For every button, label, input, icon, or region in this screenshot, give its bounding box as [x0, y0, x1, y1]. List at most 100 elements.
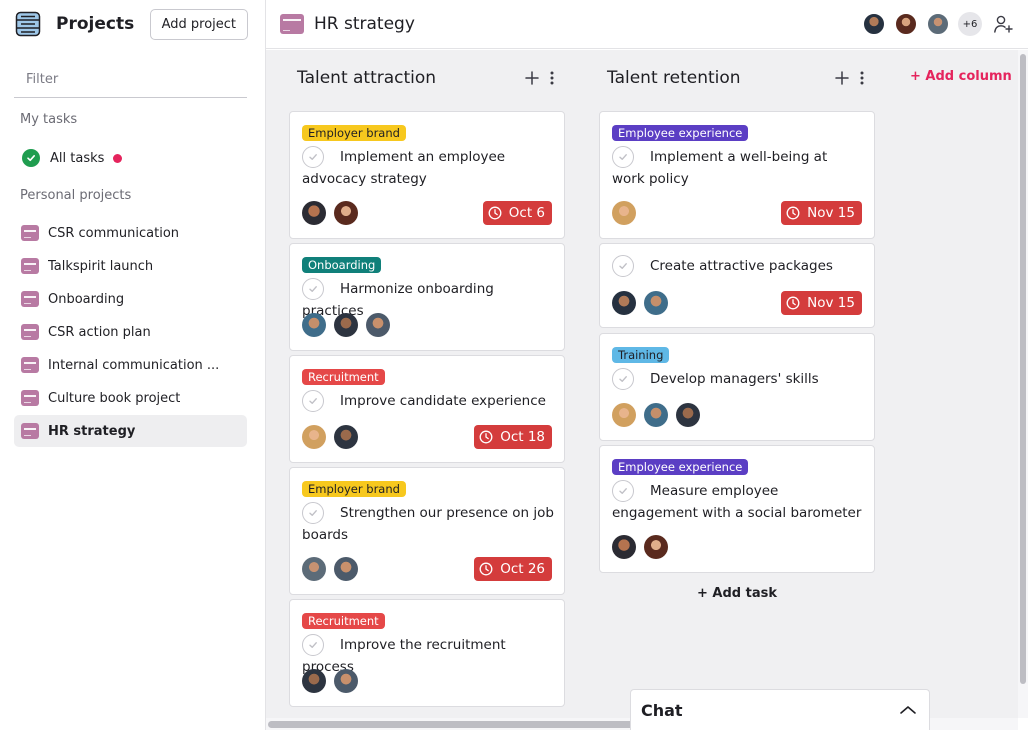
due-date-badge: Oct 6 [482, 201, 552, 225]
avatar [926, 12, 950, 36]
sidebar-item-project-active[interactable]: HR strategy [14, 415, 247, 447]
avatar [334, 669, 358, 693]
avatar [862, 12, 886, 36]
tag-training: Training [612, 347, 670, 363]
task-card[interactable]: Employee experience Measure employee eng… [599, 445, 875, 573]
task-card[interactable]: Onboarding Harmonize onboarding practice… [289, 243, 565, 351]
sidebar-item-project[interactable]: Onboarding [14, 283, 247, 315]
plus-icon[interactable] [523, 69, 541, 87]
project-icon [21, 258, 39, 274]
due-date-badge: Oct 26 [474, 557, 552, 581]
plus-icon[interactable] [833, 69, 851, 87]
add-column-button[interactable]: + Add column [910, 69, 1012, 84]
sidebar-item-all-tasks[interactable]: All tasks [14, 145, 247, 171]
task-card[interactable]: Recruitment Improve the recruitment proc… [289, 599, 565, 707]
avatar [612, 201, 636, 225]
avatar [302, 313, 326, 337]
avatar [302, 669, 326, 693]
project-label: Culture book project [48, 390, 181, 406]
task-title: Measure employee engagement with a socia… [612, 483, 862, 521]
filter-input[interactable] [14, 62, 247, 98]
task-card[interactable]: Employee experience Implement a well-bei… [599, 111, 875, 239]
task-card[interactable]: Training Develop managers' skills [599, 333, 875, 441]
due-date-text: Oct 6 [508, 205, 545, 221]
due-date-badge: Nov 15 [781, 201, 862, 225]
check-circle-icon [22, 149, 40, 167]
task-title: Implement an employee advocacy strategy [302, 149, 506, 187]
more-vertical-icon[interactable] [857, 69, 867, 87]
avatar [302, 425, 326, 449]
scrollbar-thumb[interactable] [1020, 54, 1026, 684]
sidebar-item-project[interactable]: CSR action plan [14, 316, 247, 348]
project-label: Talkspirit launch [48, 258, 154, 274]
more-vertical-icon[interactable] [547, 69, 557, 87]
avatar [302, 201, 326, 225]
avatar [612, 291, 636, 315]
chat-panel-toggle[interactable]: Chat [630, 689, 930, 730]
personal-projects-heading: Personal projects [20, 188, 132, 203]
add-task-button[interactable]: + Add task [599, 586, 875, 601]
scrollbar-thumb[interactable] [268, 721, 638, 728]
clock-icon [488, 206, 502, 220]
avatar [334, 313, 358, 337]
vertical-scrollbar[interactable] [1018, 50, 1028, 718]
assignee-avatars [302, 313, 398, 337]
projects-app-icon [14, 10, 42, 38]
assignee-avatars [302, 669, 366, 693]
notification-dot [113, 153, 123, 163]
avatar [612, 403, 636, 427]
sidebar-header: Projects Add project [14, 8, 248, 40]
tag-recruitment: Recruitment [302, 369, 385, 385]
add-member-icon[interactable] [992, 13, 1014, 35]
chevron-up-icon[interactable] [899, 704, 917, 716]
assignee-avatars [302, 201, 366, 225]
assignee-avatars [612, 535, 676, 559]
project-icon [21, 390, 39, 406]
clock-icon [786, 296, 800, 310]
task-card[interactable]: Employer brand Strengthen our presence o… [289, 467, 565, 595]
task-card[interactable]: Recruitment Improve candidate experience… [289, 355, 565, 463]
task-card[interactable]: Employer brand Implement an employee adv… [289, 111, 565, 239]
project-icon [280, 14, 304, 34]
project-list: CSR communication Talkspirit launch Onbo… [14, 217, 247, 448]
task-title: Strengthen our presence on job boards [302, 505, 554, 543]
sidebar: Projects Add project My tasks All tasks … [0, 0, 266, 730]
avatar [334, 201, 358, 225]
due-date-text: Oct 26 [500, 561, 545, 577]
project-icon [21, 324, 39, 340]
sidebar-title: Projects [56, 14, 135, 34]
all-tasks-label: All tasks [50, 150, 105, 166]
sidebar-item-project[interactable]: Internal communication ... [14, 349, 247, 381]
assignee-avatars [302, 425, 366, 449]
clock-icon [479, 562, 493, 576]
avatar [334, 425, 358, 449]
avatar [894, 12, 918, 36]
add-project-button[interactable]: Add project [149, 8, 248, 40]
sidebar-item-project[interactable]: Culture book project [14, 382, 247, 414]
more-members-badge[interactable]: +6 [958, 12, 982, 36]
avatar [366, 313, 390, 337]
clock-icon [786, 206, 800, 220]
project-label: Onboarding [48, 291, 125, 307]
assignee-avatars [612, 403, 708, 427]
due-date-text: Oct 18 [500, 429, 545, 445]
chat-label: Chat [641, 700, 683, 720]
task-title: Develop managers' skills [650, 371, 819, 387]
assignee-avatars [612, 201, 644, 225]
task-card[interactable]: Create attractive packages Nov 15 [599, 243, 875, 328]
tag-employer-brand: Employer brand [302, 125, 406, 141]
sidebar-item-project[interactable]: Talkspirit launch [14, 250, 247, 282]
sidebar-item-project[interactable]: CSR communication [14, 217, 247, 249]
tag-employee-experience: Employee experience [612, 125, 749, 141]
member-avatars[interactable]: +6 [854, 12, 1014, 36]
tag-employee-experience: Employee experience [612, 459, 749, 475]
project-icon [21, 291, 39, 307]
project-label: Internal communication ... [48, 357, 220, 373]
task-title: Implement a well-being at work policy [612, 149, 828, 187]
project-icon [21, 225, 39, 241]
column-title: Talent attraction [297, 68, 437, 88]
due-date-text: Nov 15 [807, 295, 855, 311]
project-icon [21, 423, 39, 439]
avatar [644, 403, 668, 427]
project-label: CSR communication [48, 225, 180, 241]
